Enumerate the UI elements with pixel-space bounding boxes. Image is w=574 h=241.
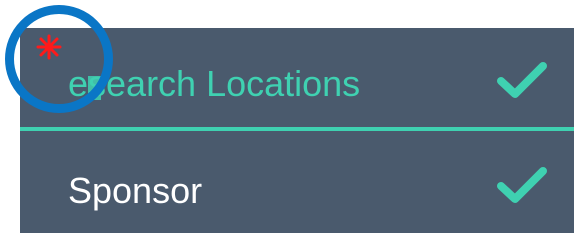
list-item-sponsor[interactable]: Sponsor [20, 135, 574, 233]
asterisk-icon [36, 34, 62, 60]
list-item-label: Sponsor [68, 170, 203, 211]
check-icon [497, 167, 547, 203]
check-icon [497, 62, 547, 98]
